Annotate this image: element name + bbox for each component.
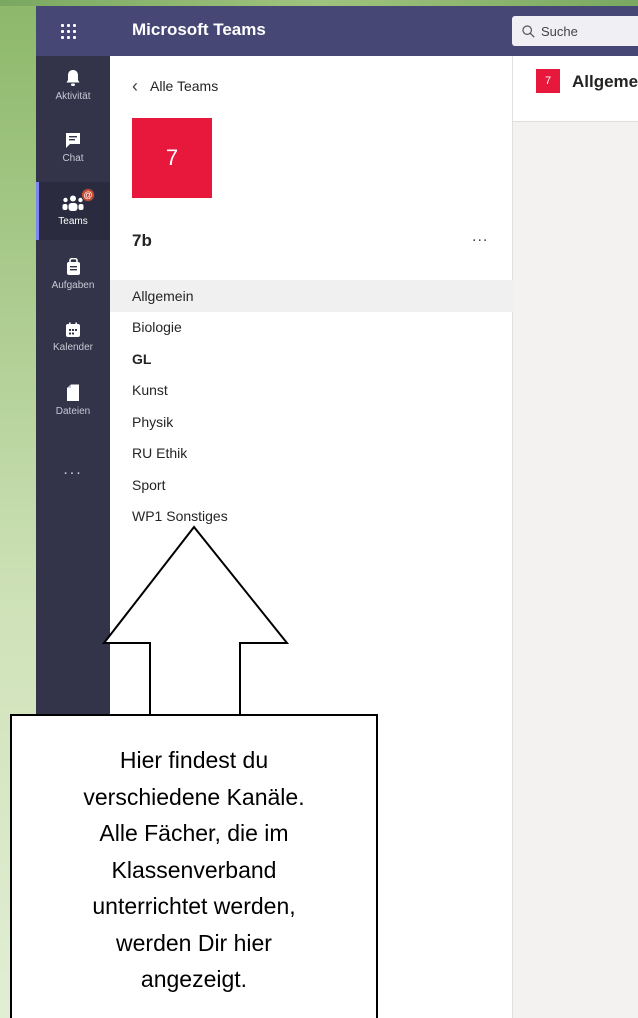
annotation-line: unterrichtet werden,: [92, 893, 296, 920]
annotation-line: Klassenverband: [111, 856, 277, 883]
annotation-line: werden Dir hier: [116, 929, 272, 956]
annotation-callout: Hier findest du verschiedene Kanäle. All…: [10, 714, 378, 1018]
annotation-line: angezeigt.: [140, 966, 248, 993]
annotation-line: Alle Fächer, die im: [99, 820, 289, 847]
annotation-line: verschiedene Kanäle.: [83, 783, 305, 810]
annotation-line: Hier findest du: [119, 747, 269, 774]
